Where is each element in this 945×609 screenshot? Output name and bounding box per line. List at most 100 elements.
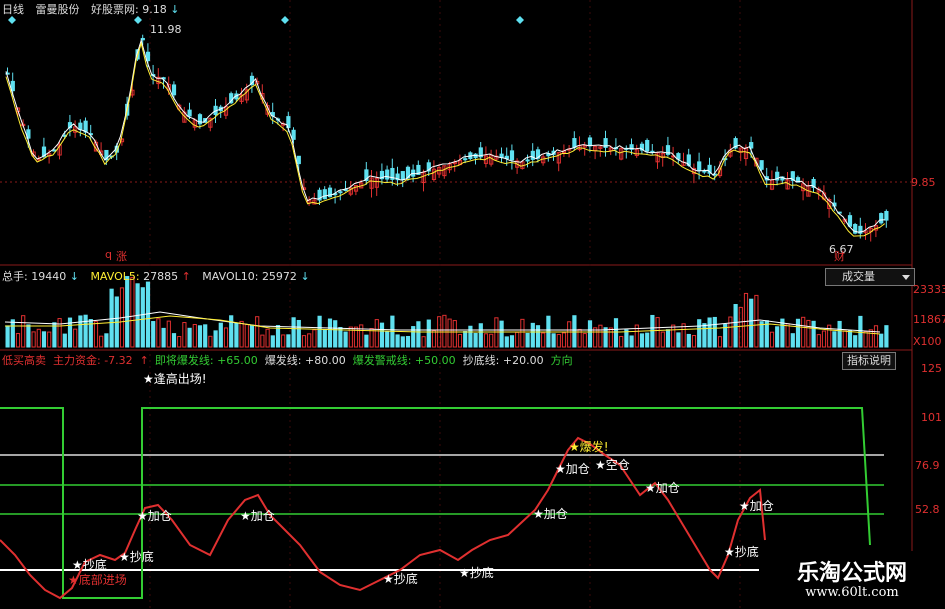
volume-bar xyxy=(535,325,541,348)
volume-bar xyxy=(884,325,889,348)
period-label[interactable]: 日线 xyxy=(2,3,24,16)
volume-bar xyxy=(697,319,702,348)
mavol5-arrow-icon: ↑ xyxy=(181,270,191,283)
volume-bar xyxy=(171,333,177,348)
volume-bar xyxy=(551,333,556,348)
volume-bar xyxy=(416,321,421,348)
volume-bar xyxy=(286,334,291,348)
indicator-help-button[interactable]: 指标说明 xyxy=(842,352,896,370)
total-volume-label: 总手: xyxy=(2,270,28,283)
mavol10-label: MAVOL10: xyxy=(202,270,259,283)
volume-bar xyxy=(99,335,104,348)
volume-bar xyxy=(130,277,135,348)
volume-bar xyxy=(192,323,197,348)
rise-mark: 涨 xyxy=(116,250,127,263)
volume-bar xyxy=(5,325,10,348)
volume-bar xyxy=(317,315,322,348)
volume-bar xyxy=(93,321,99,348)
indicator-axis-101: 101 xyxy=(921,411,942,424)
volume-bar xyxy=(629,335,634,348)
volume-bar xyxy=(483,333,489,348)
signal-label: ★爆发! xyxy=(569,440,609,454)
indicator-legend-item: 抄底线: +20.00 xyxy=(462,354,544,367)
candle-body xyxy=(759,160,764,170)
current-price: 9.18 xyxy=(142,3,167,16)
candle-body xyxy=(879,213,884,224)
volume-bar xyxy=(879,333,884,348)
volume-bar xyxy=(187,327,192,348)
volume-bar xyxy=(775,326,780,348)
watermark-title: 乐淘公式网 xyxy=(796,560,907,586)
volume-bar xyxy=(364,334,369,348)
volume-bar xyxy=(847,330,853,348)
volume-bar xyxy=(676,332,681,348)
volume-indicator-dropdown[interactable]: 成交量 xyxy=(825,268,915,286)
volume-bar xyxy=(509,335,515,348)
candle-body xyxy=(385,169,390,180)
volume-bar xyxy=(452,320,457,348)
volume-bar xyxy=(15,333,21,348)
volume-bar xyxy=(307,333,312,348)
volume-bar xyxy=(572,315,577,348)
watermark-url: www.60lt.com xyxy=(805,585,899,600)
candle-body xyxy=(187,109,192,117)
candle-body xyxy=(291,129,296,140)
volume-bar xyxy=(504,336,509,348)
mavol10-value: 25972 xyxy=(261,270,297,283)
signal-label: ★加仓 xyxy=(240,509,275,523)
fall-mark: 财 xyxy=(834,250,845,263)
volume-bar xyxy=(525,332,530,348)
volume-bar xyxy=(405,335,411,348)
volume-bar xyxy=(281,334,286,348)
volume-bar xyxy=(624,329,629,348)
volume-bar xyxy=(598,324,603,348)
candle-body xyxy=(884,211,889,221)
indicator-legend-item: ↑ xyxy=(139,354,149,367)
volume-bar xyxy=(478,323,483,348)
diamond-marker-icon xyxy=(134,16,142,24)
volume-bar xyxy=(322,329,327,348)
candle-body xyxy=(322,189,327,200)
volume-bar xyxy=(234,322,239,348)
volume-bar xyxy=(208,335,213,348)
volume-bar xyxy=(639,333,645,348)
volume-bar xyxy=(863,331,868,348)
indicator-axis-769: 76.9 xyxy=(915,459,940,472)
diamond-marker-icon xyxy=(516,16,524,24)
volume-bar xyxy=(790,333,795,348)
ma5-line xyxy=(5,38,885,233)
volume-bar xyxy=(62,333,67,348)
volume-bar xyxy=(57,318,62,348)
volume-bar xyxy=(691,335,697,348)
volume-bar xyxy=(447,318,452,348)
candle-body xyxy=(676,153,681,160)
candle-body xyxy=(400,171,405,181)
indicator-legend-item: 即将爆发线: +65.00 xyxy=(154,354,258,367)
volume-bar xyxy=(338,327,343,348)
volume-bar xyxy=(832,331,837,348)
volume-bar xyxy=(728,316,733,348)
volume-bar xyxy=(197,325,203,348)
volume-bar xyxy=(712,316,717,348)
volume-bar xyxy=(140,287,145,348)
volume-bar xyxy=(161,327,166,348)
volume-bar xyxy=(743,292,749,348)
volume-bar xyxy=(229,315,234,348)
indicator-legend-item: 爆发线: +80.00 xyxy=(264,354,346,367)
volume-bar xyxy=(821,330,827,348)
volume-bar xyxy=(769,331,775,348)
volume-bar xyxy=(73,328,78,348)
volume-bar xyxy=(223,327,229,348)
signal-label: ★抄底 xyxy=(724,545,759,559)
volume-bar xyxy=(858,315,863,348)
volume-bar xyxy=(301,335,307,348)
signal-label: ★抄底 xyxy=(119,550,154,564)
volume-bar xyxy=(21,315,26,348)
volume-bar xyxy=(681,323,686,348)
volume-dropdown-label: 成交量 xyxy=(842,270,875,283)
volume-bar xyxy=(567,321,572,348)
indicator-legend-item: 低买高卖 xyxy=(2,354,46,367)
volume-bar xyxy=(47,331,52,348)
signal-label: ★加仓 xyxy=(645,481,680,495)
price-axis-label: 9.85 xyxy=(911,176,936,189)
